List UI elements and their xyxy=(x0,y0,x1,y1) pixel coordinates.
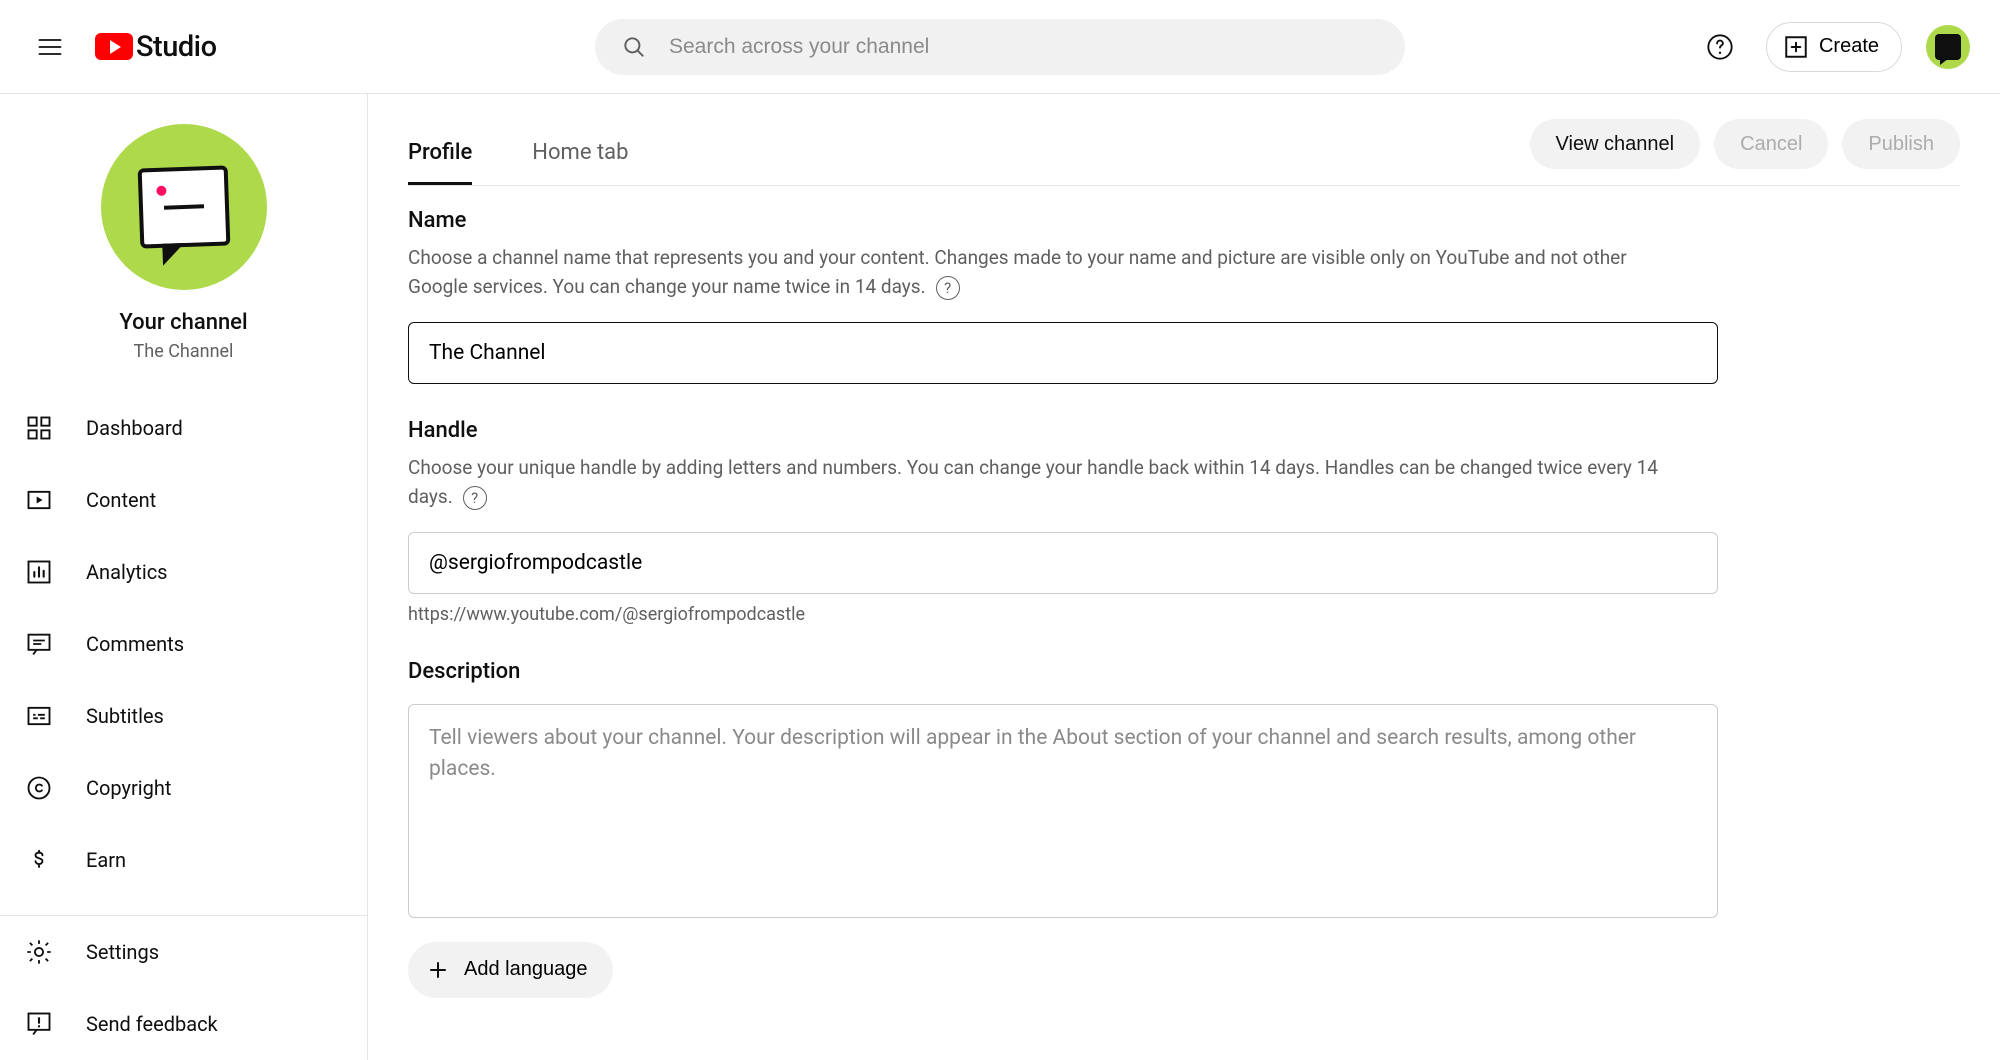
create-label: Create xyxy=(1819,35,1879,58)
help-icon[interactable]: ? xyxy=(463,486,487,510)
analytics-icon xyxy=(24,557,54,587)
description-field-wrapper xyxy=(408,704,1718,918)
handle-field-wrapper xyxy=(408,532,1718,594)
help-icon[interactable]: ? xyxy=(936,276,960,300)
sidebar-item-earn[interactable]: Earn xyxy=(0,824,367,896)
sidebar-item-label: Subtitles xyxy=(86,704,164,728)
sidebar-item-comments[interactable]: Comments xyxy=(0,608,367,680)
copyright-icon xyxy=(24,773,54,803)
main-content: Profile Home tab View channel Cancel Pub… xyxy=(368,94,2000,1060)
feedback-icon xyxy=(24,1009,54,1039)
sidebar-item-content[interactable]: Content xyxy=(0,464,367,536)
handle-input[interactable] xyxy=(429,551,1697,575)
sidebar-item-label: Settings xyxy=(86,940,159,964)
handle-heading: Handle xyxy=(408,418,1728,443)
name-heading: Name xyxy=(408,208,1728,233)
search-input[interactable] xyxy=(669,35,1379,59)
subtitles-icon xyxy=(24,701,54,731)
view-channel-button[interactable]: View channel xyxy=(1530,119,1701,169)
sidebar-item-label: Content xyxy=(86,488,156,512)
sidebar-item-label: Send feedback xyxy=(86,1012,218,1036)
youtube-play-icon xyxy=(95,33,133,60)
tab-home[interactable]: Home tab xyxy=(532,140,628,185)
handle-url: https://www.youtube.com/@sergiofrompodca… xyxy=(408,604,1728,625)
sidebar-item-analytics[interactable]: Analytics xyxy=(0,536,367,608)
dashboard-icon xyxy=(24,413,54,443)
sidebar-item-label: Earn xyxy=(86,848,126,872)
logo-text: Studio xyxy=(136,30,217,64)
channel-block: Your channel The Channel xyxy=(0,124,367,362)
handle-description: Choose your unique handle by adding lett… xyxy=(408,453,1668,512)
sidebar-item-copyright[interactable]: Copyright xyxy=(0,752,367,824)
create-button[interactable]: Create xyxy=(1766,22,1902,72)
publish-button[interactable]: Publish xyxy=(1842,119,1960,169)
handle-section: Handle Choose your unique handle by addi… xyxy=(408,418,1728,625)
earn-icon xyxy=(24,845,54,875)
channel-avatar-icon xyxy=(137,165,230,248)
create-icon xyxy=(1783,34,1809,60)
channel-avatar[interactable] xyxy=(101,124,267,290)
search-icon xyxy=(621,34,647,60)
studio-logo[interactable]: Studio xyxy=(95,30,217,64)
sidebar-item-label: Copyright xyxy=(86,776,171,800)
name-field-wrapper xyxy=(408,322,1718,384)
account-avatar[interactable] xyxy=(1926,25,1970,69)
app-header: Studio Create xyxy=(0,0,2000,94)
content-icon xyxy=(24,485,54,515)
help-icon[interactable] xyxy=(1698,25,1742,69)
menu-icon[interactable] xyxy=(30,27,70,67)
sidebar-item-label: Dashboard xyxy=(86,416,183,440)
page-topbar: Profile Home tab View channel Cancel Pub… xyxy=(408,94,1960,186)
gear-icon xyxy=(24,937,54,967)
sidebar-item-send-feedback[interactable]: Send feedback xyxy=(0,988,367,1060)
channel-title: Your channel xyxy=(119,310,247,335)
search-bar[interactable] xyxy=(595,19,1405,75)
comments-icon xyxy=(24,629,54,659)
add-language-label: Add language xyxy=(464,958,587,981)
name-description: Choose a channel name that represents yo… xyxy=(408,243,1668,302)
plus-icon xyxy=(426,958,450,982)
name-section: Name Choose a channel name that represen… xyxy=(408,208,1728,384)
sidebar-item-settings[interactable]: Settings xyxy=(0,916,367,988)
sidebar-item-label: Analytics xyxy=(86,560,168,584)
sidebar-item-label: Comments xyxy=(86,632,184,656)
sidebar: Your channel The Channel Dashboard Conte… xyxy=(0,94,368,1060)
description-section: Description Add language xyxy=(408,659,1728,998)
description-heading: Description xyxy=(408,659,1728,684)
name-input[interactable] xyxy=(429,341,1697,365)
cancel-button[interactable]: Cancel xyxy=(1714,119,1828,169)
add-language-button[interactable]: Add language xyxy=(408,942,613,998)
sidebar-item-dashboard[interactable]: Dashboard xyxy=(0,392,367,464)
sidebar-item-subtitles[interactable]: Subtitles xyxy=(0,680,367,752)
tab-profile[interactable]: Profile xyxy=(408,140,472,185)
description-input[interactable] xyxy=(429,723,1697,893)
avatar-icon xyxy=(1935,34,1961,60)
channel-name: The Channel xyxy=(134,341,234,362)
